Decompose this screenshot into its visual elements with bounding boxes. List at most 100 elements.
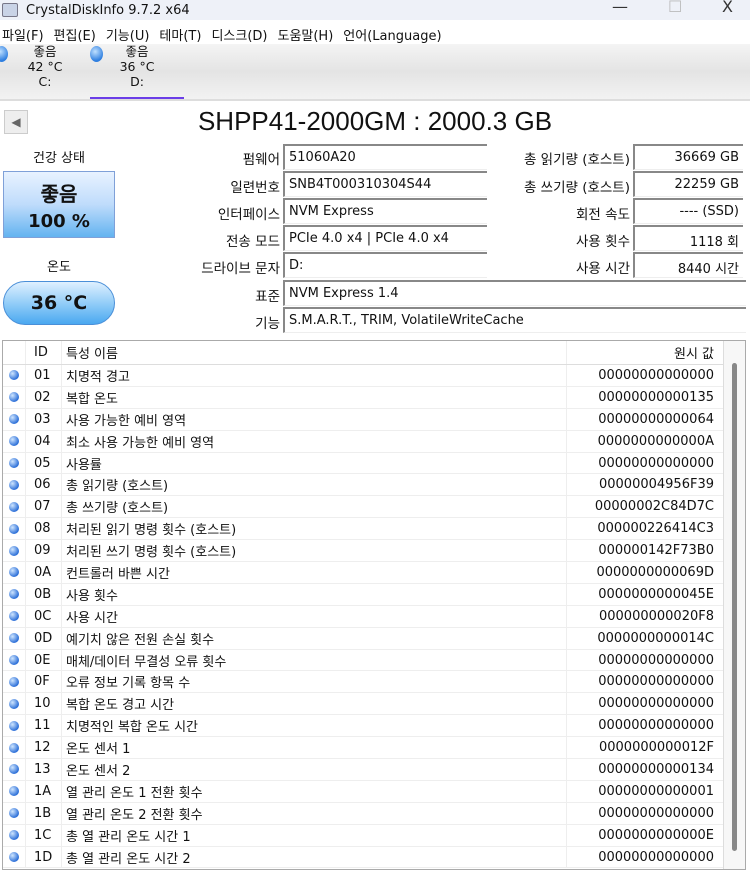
table-row[interactable]: 11 치명적인 복합 온도 시간 00000000000000: [3, 715, 745, 738]
attribute-raw-value: 000000226414C3: [566, 518, 720, 540]
column-id[interactable]: ID: [25, 341, 61, 364]
attribute-raw-value: 00000000000000: [566, 452, 720, 474]
smart-table: ID 특성 이름 원시 값 01 치명적 경고 00000000000000 0…: [2, 340, 746, 870]
drive-tabs: 좋음 42 °C C: 좋음 36 °C D:: [0, 44, 750, 99]
attribute-raw-value: 00000000000000: [566, 846, 720, 868]
attribute-raw-value: 00000000000000: [566, 365, 720, 386]
column-name[interactable]: 특성 이름: [61, 341, 566, 364]
table-row[interactable]: 13 온도 센서 2 00000000000134: [3, 759, 745, 781]
table-row[interactable]: 03 사용 가능한 예비 영역 00000000000064: [3, 408, 745, 431]
attribute-id: 08: [25, 518, 61, 540]
table-row[interactable]: 07 총 쓰기량 (호스트) 00000002C84D7C: [3, 496, 745, 519]
status-dot-icon: [9, 567, 19, 578]
scrollbar[interactable]: [723, 341, 745, 869]
column-raw[interactable]: 원시 값: [566, 341, 720, 364]
menu-disk[interactable]: 디스크(D): [211, 25, 267, 44]
table-row[interactable]: 06 총 읽기량 (호스트) 00000004956F39: [3, 474, 745, 497]
attribute-name: 총 열 관리 온도 시간 1: [61, 824, 566, 846]
drive-temp: 36 °C: [119, 59, 155, 74]
table-row[interactable]: 08 처리된 읽기 명령 횟수 (호스트) 000000226414C3: [3, 518, 745, 541]
table-row[interactable]: 01 치명적 경고 00000000000000: [3, 365, 745, 387]
table-row[interactable]: 1C 총 열 관리 온도 시간 1 0000000000000E: [3, 824, 745, 847]
attribute-id: 0F: [25, 671, 61, 693]
table-row[interactable]: 02 복합 온도 00000000000135: [3, 386, 745, 409]
standard-value: NVM Express 1.4: [283, 280, 746, 306]
attribute-raw-value: 0000000000014C: [566, 627, 720, 649]
table-row[interactable]: 12 온도 센서 1 0000000000012F: [3, 737, 745, 760]
table-row[interactable]: 0E 매체/데이터 무결성 오류 횟수 00000000000000: [3, 649, 745, 672]
temperature-label: 온도: [47, 260, 71, 275]
attribute-id: 0A: [25, 562, 61, 583]
table-row[interactable]: 0C 사용 시간 000000000020F8: [3, 605, 745, 628]
table-row[interactable]: 05 사용률 00000000000000: [3, 452, 745, 475]
table-row[interactable]: 1A 열 관리 온도 1 전환 횟수 00000000000001: [3, 780, 745, 803]
attribute-name: 매체/데이터 무결성 오류 횟수: [61, 649, 566, 671]
attribute-raw-value: 00000000000134: [566, 759, 720, 780]
attribute-raw-value: 0000000000000E: [566, 824, 720, 846]
firmware-value: 51060A20: [283, 144, 487, 170]
table-row[interactable]: 0A 컨트롤러 바쁜 시간 0000000000069D: [3, 562, 745, 584]
status-dot-icon: [9, 655, 19, 666]
power-hours-label: 사용 시간: [576, 261, 630, 277]
drive-letter: D:: [130, 74, 144, 89]
attribute-id: 1D: [25, 846, 61, 868]
menu-function[interactable]: 기능(U): [106, 25, 150, 44]
menu-theme[interactable]: 테마(T): [159, 25, 201, 44]
drive-temp: 42 °C: [27, 59, 63, 74]
attribute-id: 09: [25, 540, 61, 562]
table-row[interactable]: 1B 열 관리 온도 2 전환 횟수 00000000000000: [3, 802, 745, 825]
attribute-name: 치명적 경고: [61, 365, 566, 386]
attribute-name: 복합 온도: [61, 386, 566, 408]
temperature-button[interactable]: 36 °C: [3, 281, 115, 325]
attribute-raw-value: 00000000000001: [566, 780, 720, 802]
attribute-id: 0D: [25, 627, 61, 649]
status-dot-icon: [9, 786, 19, 797]
attribute-name: 컨트롤러 바쁜 시간: [61, 562, 566, 583]
menu-bar: 파일(F) 편집(E) 기능(U) 테마(T) 디스크(D) 도움말(H) 언어…: [0, 22, 750, 46]
attribute-id: 04: [25, 430, 61, 452]
drive-tab-d[interactable]: 좋음 36 °C D:: [90, 44, 184, 99]
health-label: 건강 상태: [33, 151, 85, 166]
attribute-name: 사용률: [61, 452, 566, 474]
window-title: CrystalDiskInfo 9.7.2 x64: [26, 2, 190, 18]
attribute-id: 13: [25, 759, 61, 780]
attribute-name: 온도 센서 2: [61, 759, 566, 780]
attribute-name: 오류 정보 기록 항목 수: [61, 671, 566, 693]
attribute-name: 치명적인 복합 온도 시간: [61, 715, 566, 737]
close-button[interactable]: X: [722, 0, 733, 16]
table-row[interactable]: 0D 예기치 않은 전원 손실 횟수 0000000000014C: [3, 627, 745, 650]
total-writes-value: 22259 GB: [633, 171, 743, 197]
scrollbar-thumb[interactable]: [732, 363, 737, 851]
table-row[interactable]: 1D 총 열 관리 온도 시간 2 00000000000000: [3, 846, 745, 869]
attribute-raw-value: 000000000020F8: [566, 605, 720, 627]
table-row[interactable]: 09 처리된 쓰기 명령 횟수 (호스트) 000000142F73B0: [3, 540, 745, 563]
attribute-id: 02: [25, 386, 61, 408]
table-row[interactable]: 04 최소 사용 가능한 예비 영역 0000000000000A: [3, 430, 745, 453]
status-dot-icon: [9, 720, 19, 731]
menu-language[interactable]: 언어(Language): [343, 25, 441, 44]
attribute-id: 1C: [25, 824, 61, 846]
table-row[interactable]: 10 복합 온도 경고 시간 00000000000000: [3, 693, 745, 716]
attribute-name: 최소 사용 가능한 예비 영역: [61, 430, 566, 452]
drive-status: 좋음: [33, 44, 57, 59]
attribute-name: 예기치 않은 전원 손실 횟수: [61, 627, 566, 649]
table-row[interactable]: 0B 사용 횟수 0000000000045E: [3, 583, 745, 606]
attribute-id: 11: [25, 715, 61, 737]
attribute-name: 총 쓰기량 (호스트): [61, 496, 566, 518]
menu-edit[interactable]: 편집(E): [54, 25, 96, 44]
status-dot-icon: [9, 523, 19, 534]
attribute-raw-value: 0000000000045E: [566, 583, 720, 605]
health-status-button[interactable]: 좋음 100 %: [3, 171, 115, 238]
power-hours-value: 8440 시간: [633, 252, 743, 278]
interface-label: 인터페이스: [217, 207, 280, 223]
attribute-raw-value: 00000000000000: [566, 693, 720, 715]
menu-file[interactable]: 파일(F): [2, 25, 44, 44]
table-row[interactable]: 0F 오류 정보 기록 항목 수 00000000000000: [3, 671, 745, 694]
minimize-button[interactable]: —: [612, 0, 628, 16]
drive-letter: C:: [38, 74, 52, 89]
drive-tab-c[interactable]: 좋음 42 °C C:: [0, 44, 90, 99]
menu-help[interactable]: 도움말(H): [277, 25, 333, 44]
maximize-button[interactable]: ☐: [668, 0, 682, 16]
status-dot-icon: [9, 808, 19, 819]
status-dot-icon: [9, 742, 19, 753]
